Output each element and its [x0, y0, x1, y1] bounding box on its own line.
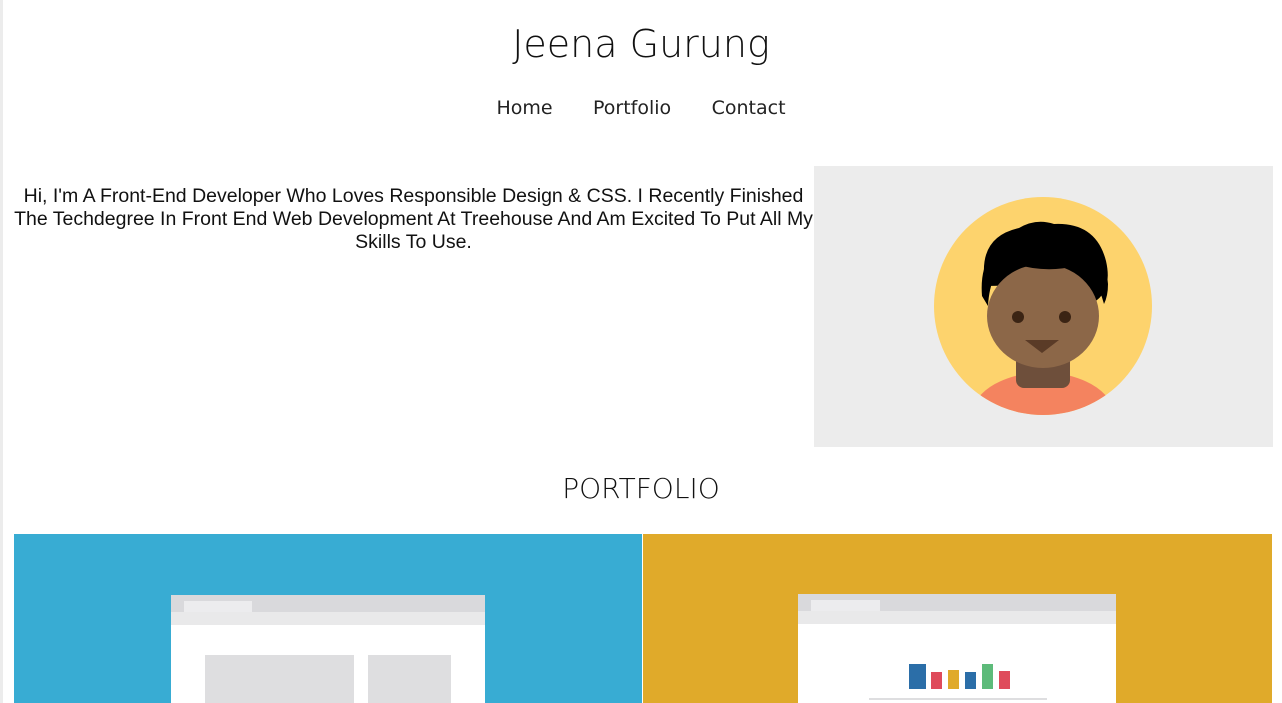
portfolio-heading: PORTFOLIO: [562, 472, 720, 505]
portfolio-tile-2[interactable]: [643, 534, 1272, 703]
webpage-layout-icon: [171, 595, 485, 703]
person-avatar-icon: [934, 197, 1152, 415]
nav-portfolio-link[interactable]: Portfolio: [593, 97, 671, 119]
nav-contact-link[interactable]: Contact: [712, 97, 786, 119]
site-title: Jeena Gurung: [512, 22, 770, 66]
avatar-panel: [814, 166, 1273, 447]
intro-text: Hi, I'm A Front-End Developer Who Loves …: [14, 185, 813, 253]
chart-webpage-icon: [798, 594, 1116, 703]
nav-home-link[interactable]: Home: [496, 97, 552, 119]
portfolio-tile-1[interactable]: [14, 534, 642, 703]
main-nav: Home Portfolio Contact: [0, 97, 1282, 119]
